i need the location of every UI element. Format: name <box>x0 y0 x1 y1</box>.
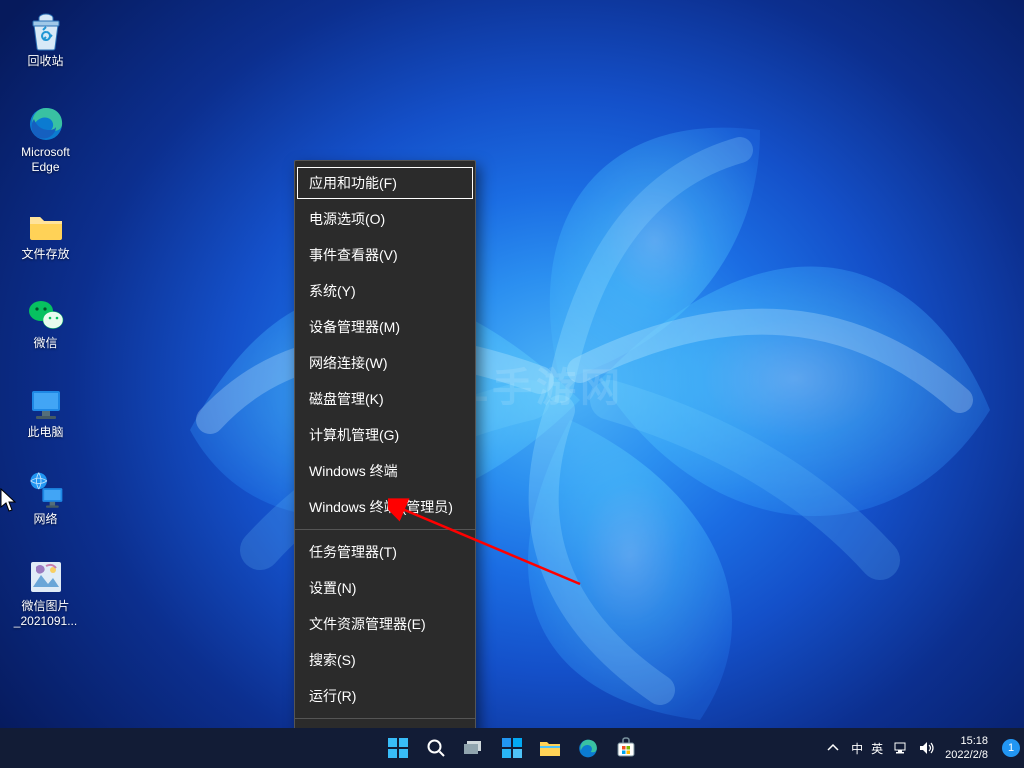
volume-icon <box>919 741 935 755</box>
taskview-icon <box>463 739 485 757</box>
desktop-icon-label: 微信图片_2021091... <box>14 599 77 629</box>
winx-item-search[interactable]: 搜索(S) <box>295 642 475 678</box>
tray-clock[interactable]: 15:18 2022/2/8 <box>945 734 992 762</box>
winx-item-file-explorer[interactable]: 文件资源管理器(E) <box>295 606 475 642</box>
search-icon <box>426 738 446 758</box>
taskbar-explorer-button[interactable] <box>532 730 568 766</box>
desktop[interactable]: KPL手游网 回收站 Mic <box>0 0 1024 768</box>
tray-network-button[interactable] <box>893 740 909 756</box>
taskbar-taskview-button[interactable] <box>456 730 492 766</box>
winx-item-settings[interactable]: 设置(N) <box>295 570 475 606</box>
desktop-icon-wechat[interactable]: 微信 <box>8 290 83 353</box>
network-icon <box>893 741 909 755</box>
network-icon <box>26 470 66 510</box>
winx-item-windows-terminal-admin[interactable]: Windows 终端 (管理员) <box>295 489 475 525</box>
winx-separator <box>295 718 475 719</box>
edge-icon <box>26 103 66 143</box>
ime-mode-label: 中 <box>851 740 863 757</box>
winx-item-device-manager[interactable]: 设备管理器(M) <box>295 309 475 345</box>
taskbar-widgets-button[interactable] <box>494 730 530 766</box>
winx-item-task-manager[interactable]: 任务管理器(T) <box>295 534 475 570</box>
start-button[interactable] <box>380 730 416 766</box>
winx-item-computer-management[interactable]: 计算机管理(G) <box>295 417 475 453</box>
winx-item-event-viewer[interactable]: 事件查看器(V) <box>295 237 475 273</box>
notification-badge[interactable]: 1 <box>1002 739 1020 757</box>
winx-separator <box>295 529 475 530</box>
tray-time: 15:18 <box>945 734 988 748</box>
tray-date: 2022/2/8 <box>945 748 988 762</box>
desktop-icons: 回收站 MicrosoftEdge 文件存放 <box>8 8 83 631</box>
desktop-icon-label: 微信 <box>33 336 57 351</box>
desktop-icon-this-pc[interactable]: 此电脑 <box>8 379 83 442</box>
desktop-icon-label: 此电脑 <box>27 425 63 440</box>
windows-logo-icon <box>387 737 409 759</box>
desktop-icon-network[interactable]: 网络 <box>8 466 83 529</box>
image-file-icon <box>26 557 66 597</box>
taskbar-center <box>380 730 644 766</box>
chevron-up-icon <box>827 742 839 754</box>
ime-lang-label: 英 <box>871 740 883 757</box>
tray-volume-button[interactable] <box>919 740 935 756</box>
desktop-icon-recycle-bin[interactable]: 回收站 <box>8 8 83 71</box>
winx-item-disk-management[interactable]: 磁盘管理(K) <box>295 381 475 417</box>
desktop-icon-label: MicrosoftEdge <box>21 145 70 175</box>
taskbar: 中 英 15:18 2022/2/8 1 <box>0 728 1024 768</box>
system-tray: 中 英 15:18 2022/2/8 1 <box>825 728 1022 768</box>
winx-item-windows-terminal[interactable]: Windows 终端 <box>295 453 475 489</box>
desktop-icon-label: 回收站 <box>27 54 63 69</box>
winx-item-system[interactable]: 系统(Y) <box>295 273 475 309</box>
winx-item-apps-features[interactable]: 应用和功能(F) <box>295 165 475 201</box>
winx-menu: 应用和功能(F) 电源选项(O) 事件查看器(V) 系统(Y) 设备管理器(M)… <box>294 160 476 768</box>
taskbar-edge-button[interactable] <box>570 730 606 766</box>
desktop-icon-label: 文件存放 <box>21 247 69 262</box>
wechat-icon <box>26 294 66 334</box>
winx-item-power-options[interactable]: 电源选项(O) <box>295 201 475 237</box>
desktop-icon-label: 网络 <box>33 512 57 527</box>
winx-item-network-connections[interactable]: 网络连接(W) <box>295 345 475 381</box>
ime-indicator[interactable]: 中 英 <box>851 740 883 757</box>
tray-overflow-button[interactable] <box>825 740 841 756</box>
this-pc-icon <box>26 383 66 423</box>
desktop-icon-edge[interactable]: MicrosoftEdge <box>8 99 83 177</box>
folder-icon <box>26 205 66 245</box>
desktop-icon-folder[interactable]: 文件存放 <box>8 201 83 264</box>
winx-item-run[interactable]: 运行(R) <box>295 678 475 714</box>
recycle-bin-icon <box>26 12 66 52</box>
file-explorer-icon <box>539 738 561 758</box>
taskbar-search-button[interactable] <box>418 730 454 766</box>
edge-icon <box>577 737 599 759</box>
taskbar-store-button[interactable] <box>608 730 644 766</box>
mouse-cursor-icon <box>0 488 18 514</box>
widgets-icon <box>501 737 523 759</box>
desktop-icon-wechat-image[interactable]: 微信图片_2021091... <box>8 553 83 631</box>
ms-store-icon <box>615 737 637 759</box>
